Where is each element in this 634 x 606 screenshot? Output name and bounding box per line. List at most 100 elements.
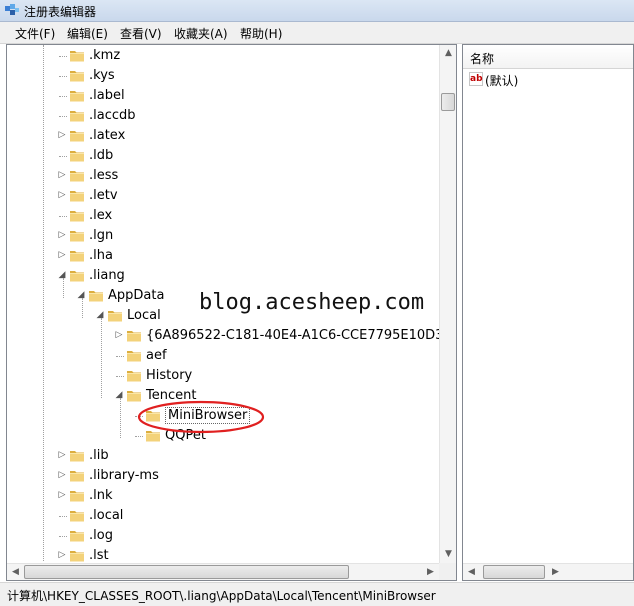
collapsed-arrow-icon[interactable]: ▷	[57, 490, 67, 500]
tree-item-label: .kys	[89, 68, 115, 83]
collapsed-arrow-icon[interactable]: ▷	[114, 330, 124, 340]
tree-branch-line	[116, 356, 124, 357]
tree-item-label: .latex	[89, 128, 126, 143]
folder-icon	[69, 248, 85, 263]
tree-item[interactable]: .log	[7, 526, 437, 546]
collapsed-arrow-icon[interactable]: ▷	[57, 170, 67, 180]
expanded-arrow-icon[interactable]: ◢	[114, 390, 124, 400]
tree-branch-line	[59, 216, 67, 217]
horizontal-scroll-thumb[interactable]	[24, 565, 349, 579]
folder-icon	[126, 368, 142, 383]
tree-branch-line	[59, 536, 67, 537]
tree-item[interactable]: .kys	[7, 66, 437, 86]
tree-item[interactable]: aef	[7, 346, 437, 366]
vertical-scroll-thumb[interactable]	[441, 93, 455, 111]
column-header-label: 名称	[470, 52, 495, 66]
tree-item-label: .lib	[89, 448, 109, 463]
tree-item-label: .lnk	[89, 488, 113, 503]
expanded-arrow-icon[interactable]: ◢	[57, 270, 67, 280]
collapsed-arrow-icon[interactable]: ▷	[57, 250, 67, 260]
expanded-arrow-icon[interactable]: ◢	[76, 290, 86, 300]
tree-item-label: .ldb	[89, 148, 114, 163]
tree-item[interactable]: ▷ {6A896522-C181-40E4-A1C6-CCE7795E10D3}	[7, 326, 452, 346]
values-pane[interactable]: 名称 ab (默认) ◀ ▶	[462, 44, 634, 581]
menu-edit[interactable]: 编辑(E)	[67, 25, 108, 42]
tree-item[interactable]: .kmz	[7, 46, 437, 66]
status-path: 计算机\HKEY_CLASSES_ROOT\.liang\AppData\Loc…	[7, 589, 436, 603]
menu-file[interactable]: 文件(F)	[15, 25, 55, 42]
tree-item-label: .lgn	[89, 228, 114, 243]
values-horizontal-scrollbar[interactable]: ◀ ▶	[463, 563, 633, 580]
scroll-left-arrow-icon[interactable]: ◀	[463, 564, 480, 580]
tree-item[interactable]: .local	[7, 506, 437, 526]
status-bar: 计算机\HKEY_CLASSES_ROOT\.liang\AppData\Loc…	[0, 582, 634, 606]
tree-item-label: .log	[89, 528, 113, 543]
tree-item[interactable]: ▷ .lha	[7, 246, 437, 266]
tree-item[interactable]: ◢ .liang	[7, 266, 437, 286]
tree-item[interactable]: ▷ .lgn	[7, 226, 437, 246]
tree-item-label: .lst	[89, 548, 109, 563]
tree-branch-line	[59, 116, 67, 117]
collapsed-arrow-icon[interactable]: ▷	[57, 130, 67, 140]
tree-guide-line	[63, 278, 64, 298]
horizontal-scroll-thumb[interactable]	[483, 565, 545, 579]
folder-icon	[126, 348, 142, 363]
tree-item-label: aef	[146, 348, 167, 363]
folder-icon	[69, 188, 85, 203]
tree-horizontal-scrollbar[interactable]: ◀ ▶	[7, 563, 439, 580]
ab-string-icon: ab	[469, 72, 483, 86]
tree-branch-line	[135, 436, 143, 437]
tree-branch-line	[59, 96, 67, 97]
collapsed-arrow-icon[interactable]: ▷	[57, 230, 67, 240]
menu-favorites[interactable]: 收藏夹(A)	[174, 25, 228, 42]
collapsed-arrow-icon[interactable]: ▷	[57, 550, 67, 560]
folder-icon	[88, 288, 104, 303]
tree-item[interactable]: ▷ .lib	[7, 446, 437, 466]
folder-icon	[69, 448, 85, 463]
scrollbar-corner	[439, 563, 456, 580]
collapsed-arrow-icon[interactable]: ▷	[57, 190, 67, 200]
scroll-right-arrow-icon[interactable]: ▶	[547, 564, 564, 580]
scroll-up-arrow-icon[interactable]: ▲	[440, 45, 456, 62]
tree-item-label: .local	[89, 508, 124, 523]
folder-icon	[69, 468, 85, 483]
tree-item[interactable]: ▷ .less	[7, 166, 437, 186]
folder-icon	[69, 68, 85, 83]
tree-item[interactable]: .laccdb	[7, 106, 437, 126]
tree-branch-line	[59, 516, 67, 517]
annotation-ellipse	[137, 400, 265, 434]
tree-item[interactable]: ▷ .lnk	[7, 486, 437, 506]
expanded-arrow-icon[interactable]: ◢	[95, 310, 105, 320]
tree-item[interactable]: ▷ .latex	[7, 126, 437, 146]
scroll-down-arrow-icon[interactable]: ▼	[440, 546, 456, 563]
tree-item-label: AppData	[108, 288, 165, 303]
tree-item-label: Local	[127, 308, 161, 323]
tree-vertical-scrollbar[interactable]: ▲ ▼	[439, 45, 456, 563]
scroll-right-arrow-icon[interactable]: ▶	[422, 564, 439, 580]
folder-icon	[69, 88, 85, 103]
tree-item-label: .label	[89, 88, 125, 103]
tree-guide-line	[82, 298, 83, 318]
folder-icon	[69, 48, 85, 63]
menu-help[interactable]: 帮助(H)	[240, 25, 282, 42]
collapsed-arrow-icon[interactable]: ▷	[57, 470, 67, 480]
tree-item-label: .liang	[89, 268, 125, 283]
tree-item[interactable]: ▷ .library-ms	[7, 466, 437, 486]
tree-branch-line	[116, 376, 124, 377]
tree-item[interactable]: History	[7, 366, 437, 386]
scroll-left-arrow-icon[interactable]: ◀	[7, 564, 24, 580]
collapsed-arrow-icon[interactable]: ▷	[57, 450, 67, 460]
tree-item[interactable]: .ldb	[7, 146, 437, 166]
tree-item[interactable]: .lex	[7, 206, 437, 226]
tree-item[interactable]: ▷ .letv	[7, 186, 437, 206]
tree-item-label: .lex	[89, 208, 113, 223]
tree-item-label: {6A896522-C181-40E4-A1C6-CCE7795E10D3}	[146, 328, 452, 343]
folder-icon	[69, 168, 85, 183]
tree-item[interactable]: .label	[7, 86, 437, 106]
column-header-name[interactable]: 名称	[463, 45, 633, 69]
menu-bar: 文件(F) 编辑(E) 查看(V) 收藏夹(A) 帮助(H)	[0, 22, 634, 44]
tree-branch-line	[59, 156, 67, 157]
menu-view[interactable]: 查看(V)	[120, 25, 162, 42]
watermark-text: blog.acesheep.com	[199, 290, 425, 315]
folder-icon	[69, 108, 85, 123]
